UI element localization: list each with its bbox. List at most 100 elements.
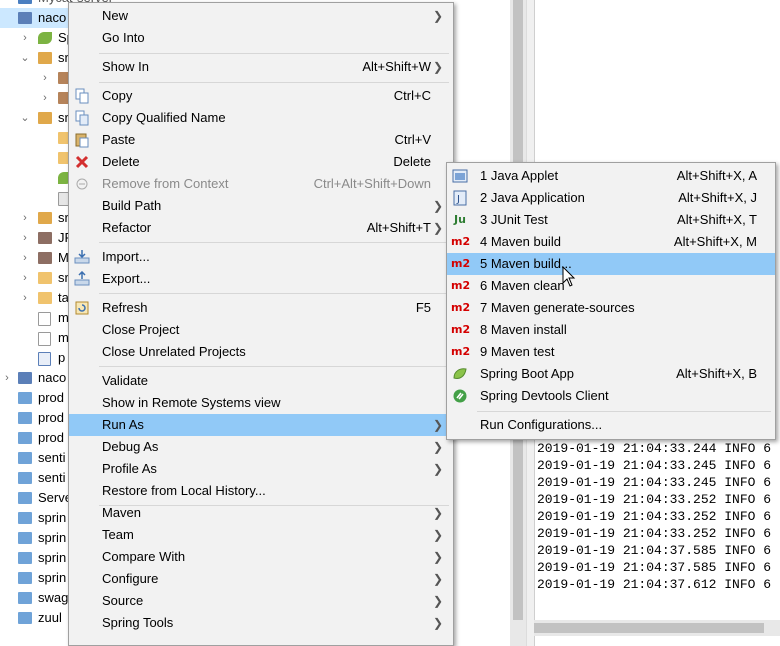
file-icon <box>38 332 51 346</box>
menu-item-close-project[interactable]: Close Project <box>69 319 453 341</box>
submenu-item-label: Spring Boot App <box>480 366 574 381</box>
spring-leaf-icon <box>38 32 52 44</box>
chevron-right-icon[interactable]: › <box>38 88 52 108</box>
menu-item-restore-local-history[interactable]: Restore from Local History... <box>69 480 453 502</box>
chevron-right-icon[interactable]: › <box>18 228 32 248</box>
menu-item-label: Delete <box>102 154 140 169</box>
project-icon <box>18 0 32 4</box>
submenu-item-maven-build[interactable]: m2 4 Maven build Alt+Shift+X, M <box>447 231 775 253</box>
submenu-item-maven-test[interactable]: m2 9 Maven test <box>447 341 775 363</box>
submenu-arrow-icon: ❯ <box>433 440 444 454</box>
maven-project-icon <box>18 372 32 384</box>
menu-item-copy-qualified-name[interactable]: Copy Qualified Name <box>69 107 453 129</box>
menu-item-label: Show in Remote Systems view <box>102 395 281 410</box>
chevron-right-icon[interactable]: › <box>18 288 32 308</box>
project-folder-icon <box>18 572 32 584</box>
menu-item-maven[interactable]: Maven ❯ <box>69 502 453 524</box>
menu-item-label: New <box>102 8 129 23</box>
menu-item-shortcut: Alt+Shift+W <box>362 59 431 74</box>
copy-icon <box>75 88 89 104</box>
menu-item-shortcut: Alt+Shift+T <box>366 220 431 235</box>
scrollbar-thumb[interactable] <box>534 623 764 633</box>
tree-label: prod <box>38 390 65 405</box>
submenu-item-label: 8 Maven install <box>480 322 567 337</box>
menu-item-label: Build Path <box>102 198 162 213</box>
tree-label: p <box>58 350 66 365</box>
menu-item-delete[interactable]: Delete Delete <box>69 151 453 173</box>
chevron-right-icon[interactable]: › <box>38 68 52 88</box>
menu-item-label: Compare With <box>102 549 186 564</box>
menu-separator <box>99 366 449 367</box>
menu-item-validate[interactable]: Validate <box>69 370 453 392</box>
chevron-right-icon[interactable]: › <box>18 248 32 268</box>
submenu-item-maven-build-dialog[interactable]: m2 5 Maven build... <box>447 253 775 275</box>
menu-item-label: Run As <box>102 417 144 432</box>
java-application-icon: J <box>453 190 467 206</box>
project-folder-icon <box>18 492 32 504</box>
menu-item-label: Copy <box>102 88 133 103</box>
submenu-item-spring-devtools-client[interactable]: Spring Devtools Client <box>447 385 775 407</box>
console-log: 2019-01-19 21:04:33.244 INFO 6 2019-01-1… <box>534 440 780 618</box>
chevron-right-icon[interactable]: › <box>18 268 32 288</box>
log-line: 2019-01-19 21:04:33.245 INFO 6 <box>537 458 772 473</box>
submenu-item-java-application[interactable]: J 2 Java Application Alt+Shift+X, J <box>447 187 775 209</box>
chevron-down-icon[interactable]: ⌄ <box>18 108 32 128</box>
menu-item-profile-as[interactable]: Profile As ❯ <box>69 458 453 480</box>
menu-item-refactor[interactable]: Refactor Alt+Shift+T ❯ <box>69 217 453 239</box>
submenu-item-maven-clean[interactable]: m2 6 Maven clean <box>447 275 775 297</box>
submenu-arrow-icon: ❯ <box>433 418 444 432</box>
package-folder-icon <box>38 52 52 64</box>
chevron-right-icon[interactable]: › <box>18 28 32 48</box>
menu-item-shortcut: Delete <box>393 154 431 169</box>
menu-item-go-into[interactable]: Go Into <box>69 27 453 49</box>
tree-label: sprin <box>38 510 67 525</box>
menu-item-label: Close Unrelated Projects <box>102 344 246 359</box>
chevron-down-icon[interactable]: ⌄ <box>18 48 32 68</box>
submenu-item-maven-install[interactable]: m2 8 Maven install <box>447 319 775 341</box>
menu-item-paste[interactable]: Paste Ctrl+V <box>69 129 453 151</box>
console-horizontal-scrollbar[interactable] <box>534 620 780 636</box>
menu-item-spring-tools[interactable]: Spring Tools ❯ <box>69 612 453 634</box>
submenu-arrow-icon: ❯ <box>433 594 444 608</box>
java-applet-icon <box>452 169 468 183</box>
menu-item-import[interactable]: Import... <box>69 246 453 268</box>
project-folder-icon <box>18 512 32 524</box>
remove-context-icon <box>76 178 88 190</box>
submenu-item-label: 6 Maven clean <box>480 278 565 293</box>
log-line: 2019-01-19 21:04:37.585 INFO 6 <box>537 560 772 575</box>
svg-text:J: J <box>456 194 460 205</box>
submenu-item-java-applet[interactable]: 1 Java Applet Alt+Shift+X, A <box>447 165 775 187</box>
menu-item-debug-as[interactable]: Debug As ❯ <box>69 436 453 458</box>
menu-item-team[interactable]: Team ❯ <box>69 524 453 546</box>
submenu-arrow-icon: ❯ <box>433 506 444 520</box>
chevron-right-icon[interactable]: › <box>18 208 32 228</box>
submenu-item-maven-generate-sources[interactable]: m2 7 Maven generate-sources <box>447 297 775 319</box>
submenu-item-spring-boot-app[interactable]: Spring Boot App Alt+Shift+X, B <box>447 363 775 385</box>
menu-item-show-in-remote-systems[interactable]: Show in Remote Systems view <box>69 392 453 414</box>
maven-project-icon <box>18 12 32 24</box>
tree-label: zuul <box>38 610 62 625</box>
submenu-item-junit-test[interactable]: Ju 3 JUnit Test Alt+Shift+X, T <box>447 209 775 231</box>
menu-item-label: Show In <box>102 59 149 74</box>
menu-item-build-path[interactable]: Build Path ❯ <box>69 195 453 217</box>
submenu-item-shortcut: Alt+Shift+X, A <box>676 168 757 183</box>
menu-item-shortcut: F5 <box>415 300 431 315</box>
tree-label: Serve <box>38 490 72 505</box>
menu-item-refresh[interactable]: Refresh F5 <box>69 297 453 319</box>
menu-item-new[interactable]: New ❯ <box>69 5 453 27</box>
project-folder-icon <box>18 532 32 544</box>
maven-icon: m2 <box>451 279 471 292</box>
menu-item-source[interactable]: Source ❯ <box>69 590 453 612</box>
menu-item-run-as[interactable]: Run As ❯ <box>69 414 453 436</box>
chevron-right-icon[interactable]: › <box>0 368 14 388</box>
menu-item-show-in[interactable]: Show In Alt+Shift+W ❯ <box>69 56 453 78</box>
folder-icon <box>38 292 52 304</box>
maven-icon: m2 <box>451 235 471 248</box>
menu-item-configure[interactable]: Configure ❯ <box>69 568 453 590</box>
library-icon <box>38 252 52 264</box>
submenu-item-run-configurations[interactable]: Run Configurations... <box>447 414 775 436</box>
menu-item-copy[interactable]: Copy Ctrl+C <box>69 85 453 107</box>
menu-item-close-unrelated-projects[interactable]: Close Unrelated Projects <box>69 341 453 363</box>
menu-item-compare-with[interactable]: Compare With ❯ <box>69 546 453 568</box>
menu-item-export[interactable]: Export... <box>69 268 453 290</box>
